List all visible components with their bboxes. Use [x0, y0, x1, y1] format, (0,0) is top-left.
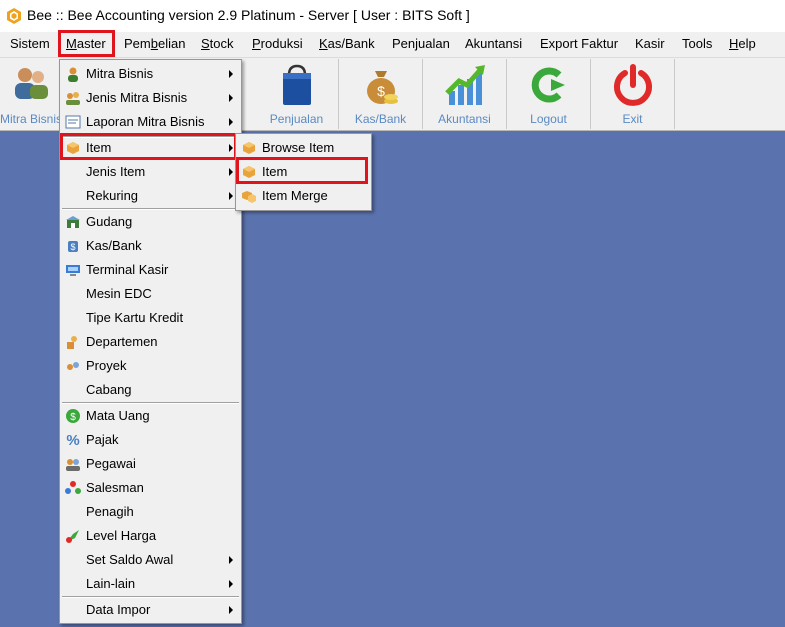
toolbar-kas-bank-label: Kas/Bank	[354, 112, 407, 126]
menu-item-level-harga[interactable]: Level Harga	[62, 525, 239, 547]
menu-item-lain-lain[interactable]: Lain-lain	[62, 573, 239, 595]
box-icon	[243, 142, 255, 154]
terminal-icon	[66, 265, 80, 276]
toolbar-kas-bank-button[interactable]: $ Kas/Bank	[339, 59, 423, 129]
svg-text:$: $	[70, 412, 76, 423]
svg-text:%: %	[66, 432, 79, 448]
report-icon	[65, 115, 81, 129]
menu-item-set-saldo-awal[interactable]: Set Saldo Awal	[62, 549, 239, 571]
toolbar-logout-button[interactable]: Logout	[507, 59, 591, 129]
menu-item-tipe-kartu-kredit[interactable]: Tipe Kartu Kredit	[62, 307, 239, 329]
submenu-item-browse-item[interactable]: Browse Item	[238, 137, 369, 159]
menu-export-faktur[interactable]: Export Faktur	[540, 36, 618, 51]
menu-item-mata-uang[interactable]: $ Mata Uang	[62, 405, 239, 427]
submenu-arrow-icon	[229, 118, 233, 126]
project-icon	[67, 362, 79, 370]
menu-item-data-impor[interactable]: Data Impor	[62, 599, 239, 621]
menu-item-terminal-kasir[interactable]: Terminal Kasir	[62, 259, 239, 281]
toolbar-penjualan-button[interactable]: Penjualan	[255, 59, 339, 129]
bee-app-icon	[7, 8, 21, 24]
users-icon	[14, 68, 48, 99]
menu-stock[interactable]: Stock	[201, 36, 234, 51]
submenu-arrow-icon	[229, 192, 233, 200]
currency-icon: $	[66, 409, 80, 423]
menu-kas-bank[interactable]: Kas/Bank	[319, 36, 375, 51]
toolbar-exit-label: Exit	[622, 112, 643, 126]
toolbar-mitra-bisnis-button[interactable]: Mitra Bisnis	[0, 59, 62, 129]
menu-separator	[62, 208, 239, 210]
menu-produksi[interactable]: Produksi	[252, 36, 303, 51]
menu-item-rekuring[interactable]: Rekuring	[62, 185, 239, 207]
toolbar-exit-button[interactable]: Exit	[591, 59, 675, 129]
menu-item-kas-bank[interactable]: $ Kas/Bank	[62, 235, 239, 257]
menu-help[interactable]: Help	[729, 36, 756, 51]
menu-item-jenis-item[interactable]: Jenis Item	[62, 161, 239, 183]
menu-tools[interactable]: Tools	[682, 36, 712, 51]
menu-akuntansi[interactable]: Akuntansi	[465, 36, 522, 51]
bank-icon: $	[68, 241, 78, 252]
submenu-arrow-icon	[229, 606, 233, 614]
menu-item-pajak[interactable]: % Pajak	[62, 429, 239, 451]
menu-item-gudang[interactable]: Gudang	[62, 211, 239, 233]
toolbar-logout-label: Logout	[530, 112, 567, 126]
person-icon	[68, 67, 78, 82]
menu-item-salesman[interactable]: Salesman	[62, 477, 239, 499]
box-merge-icon	[242, 191, 256, 203]
toolbar-akuntansi-label: Akuntansi	[438, 112, 491, 126]
menu-item-cabang[interactable]: Cabang	[62, 379, 239, 401]
chart-icon	[444, 65, 485, 105]
submenu-arrow-icon	[229, 70, 233, 78]
menu-kasir[interactable]: Kasir	[635, 36, 665, 51]
salesman-icon	[65, 481, 81, 494]
shopping-bag-icon	[282, 64, 311, 105]
master-menu-highlight	[58, 30, 115, 57]
logout-icon	[531, 67, 565, 103]
menu-pembelian[interactable]: Pembelian	[124, 36, 185, 51]
title-bar: Bee :: Bee Accounting version 2.9 Platin…	[0, 0, 785, 32]
menu-item-pegawai[interactable]: Pegawai	[62, 453, 239, 475]
department-icon	[67, 336, 77, 349]
menu-item-penagih[interactable]: Penagih	[62, 501, 239, 523]
submenu-arrow-icon	[229, 168, 233, 176]
menu-separator	[62, 402, 239, 404]
menu-item-laporan-mitra-bisnis[interactable]: Laporan Mitra Bisnis	[62, 111, 239, 133]
menu-item-jenis-mitra-bisnis[interactable]: Jenis Mitra Bisnis	[62, 87, 239, 109]
people-icon	[66, 92, 80, 105]
warehouse-icon	[66, 216, 80, 228]
submenu-arrow-icon	[229, 556, 233, 564]
menu-penjualan[interactable]: Penjualan	[392, 36, 450, 51]
svg-text:$: $	[377, 83, 385, 99]
menu-item-mesin-edc[interactable]: Mesin EDC	[62, 283, 239, 305]
money-bag-icon: $	[366, 71, 398, 104]
submenu-item-item-merge[interactable]: Item Merge	[238, 185, 369, 207]
submenu-arrow-icon	[229, 94, 233, 102]
power-icon	[613, 64, 652, 106]
menu-separator	[62, 596, 239, 598]
window-title: Bee :: Bee Accounting version 2.9 Platin…	[27, 7, 470, 23]
employee-icon	[66, 459, 80, 471]
submenu-arrow-icon	[229, 580, 233, 588]
item-submenu-highlight	[236, 157, 368, 184]
toolbar-akuntansi-button[interactable]: Akuntansi	[423, 59, 507, 129]
svg-text:$: $	[70, 242, 75, 252]
toolbar-penjualan-label: Penjualan	[269, 112, 324, 126]
menu-item-proyek[interactable]: Proyek	[62, 355, 239, 377]
menu-item-departemen[interactable]: Departemen	[62, 331, 239, 353]
menu-sistem-label[interactable]: Sistem	[10, 36, 50, 51]
toolbar-mitra-bisnis-label: Mitra Bisnis	[0, 112, 63, 126]
item-menu-highlight	[60, 133, 237, 160]
percent-icon: %	[66, 432, 79, 448]
price-level-icon	[66, 530, 79, 543]
menu-item-mitra-bisnis[interactable]: Mitra Bisnis	[62, 63, 239, 85]
